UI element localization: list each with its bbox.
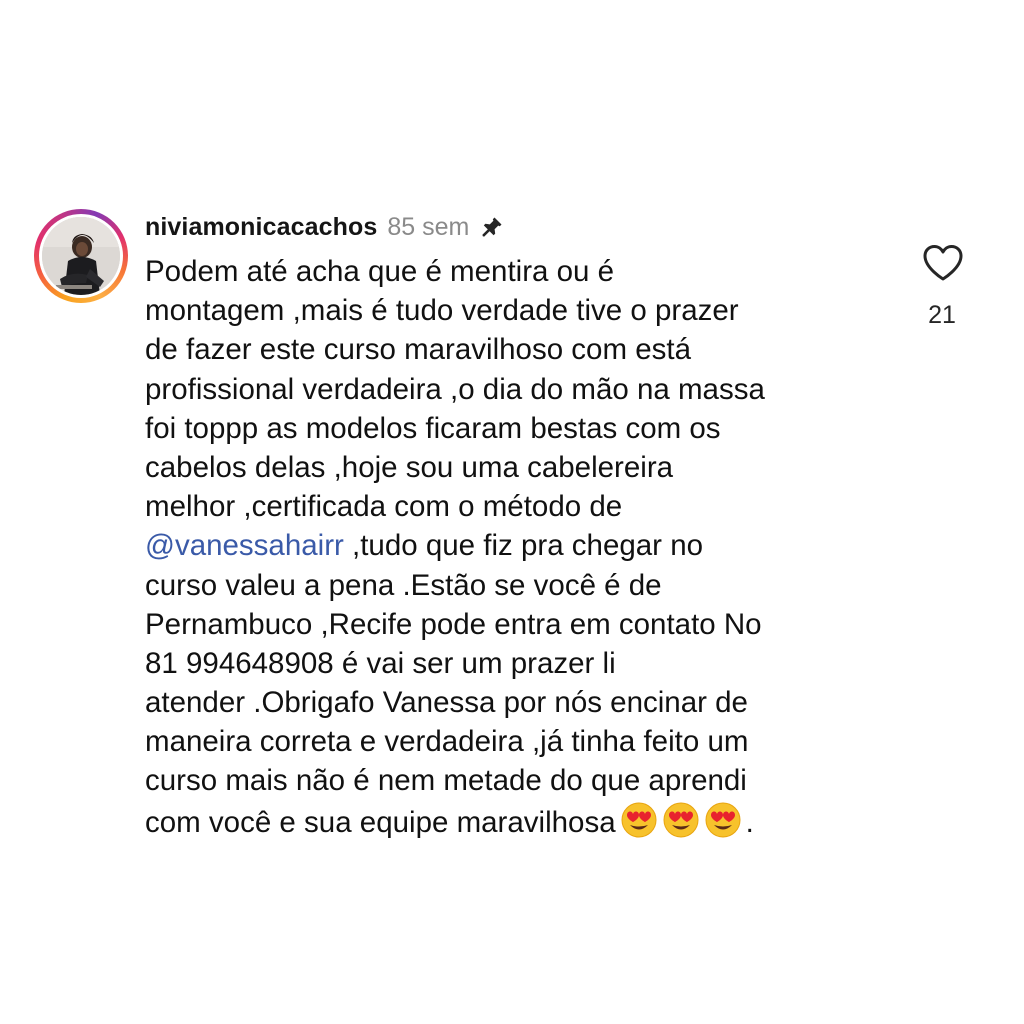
comment-line: de fazer este curso maravilhoso com está (145, 333, 691, 367)
heart-eyes-emoji (704, 801, 742, 849)
comment-line: curso mais não é nem metade do que apren… (145, 764, 747, 798)
comment-line: profissional verdadeira ,o dia do mão na… (145, 372, 765, 406)
like-count: 21 (928, 301, 956, 329)
avatar-ring-gap (39, 214, 123, 298)
comment-line: Pernambuco ,Recife pode entra em contato… (145, 607, 762, 641)
comment-line: cabelos delas ,hoje sou uma cabelereira (145, 450, 674, 484)
comment-line: 81 994648908 é vai ser um prazer li (145, 646, 616, 680)
heart-eyes-emoji (620, 801, 658, 849)
comment-line: atender .Obrigafo Vanessa por nós encina… (145, 686, 748, 720)
avatar-story-ring[interactable] (34, 209, 128, 303)
pin-icon (479, 214, 505, 240)
username-link[interactable]: niviamonicacachos (145, 213, 377, 242)
comment-line: curso valeu a pena .Estão se você é de (145, 568, 662, 602)
heart-outline-icon (923, 245, 963, 281)
comment-line-last: com você e sua equipe maravilhosa. (145, 801, 897, 840)
comment-last-text: com você e sua equipe maravilhosa (145, 805, 616, 839)
like-button[interactable] (918, 238, 968, 288)
comment-header: niviamonicacachos 85 sem (145, 207, 505, 247)
comment-line: maneira correta e verdadeira ,já tinha f… (145, 725, 749, 759)
comment-line-mention: @vanessahairr ,tudo que fiz pra chegar n… (145, 526, 897, 565)
comment-time: 85 sem (387, 212, 470, 241)
heart-eyes-emoji (662, 801, 700, 849)
comment-line: montagem ,mais é tudo verdade tive o pra… (145, 294, 739, 328)
mention-line-rest: ,tudo que fiz pra chegar no (343, 529, 704, 563)
avatar[interactable] (42, 217, 120, 295)
comment-line: Podem até acha que é mentira ou é (145, 255, 615, 288)
avatar-photo (42, 217, 120, 295)
comment-line: foi toppp as modelos ficaram bestas com … (145, 411, 721, 445)
comment-line: melhor ,certificada com o método de (145, 490, 623, 524)
mention-link[interactable]: @vanessahairr (145, 529, 344, 562)
comment-end-period: . (745, 805, 754, 839)
comment-text: Podem até acha que é mentira ou é montag… (145, 252, 897, 840)
comment-item: niviamonicacachos 85 sem Podem até acha … (0, 0, 1024, 1024)
